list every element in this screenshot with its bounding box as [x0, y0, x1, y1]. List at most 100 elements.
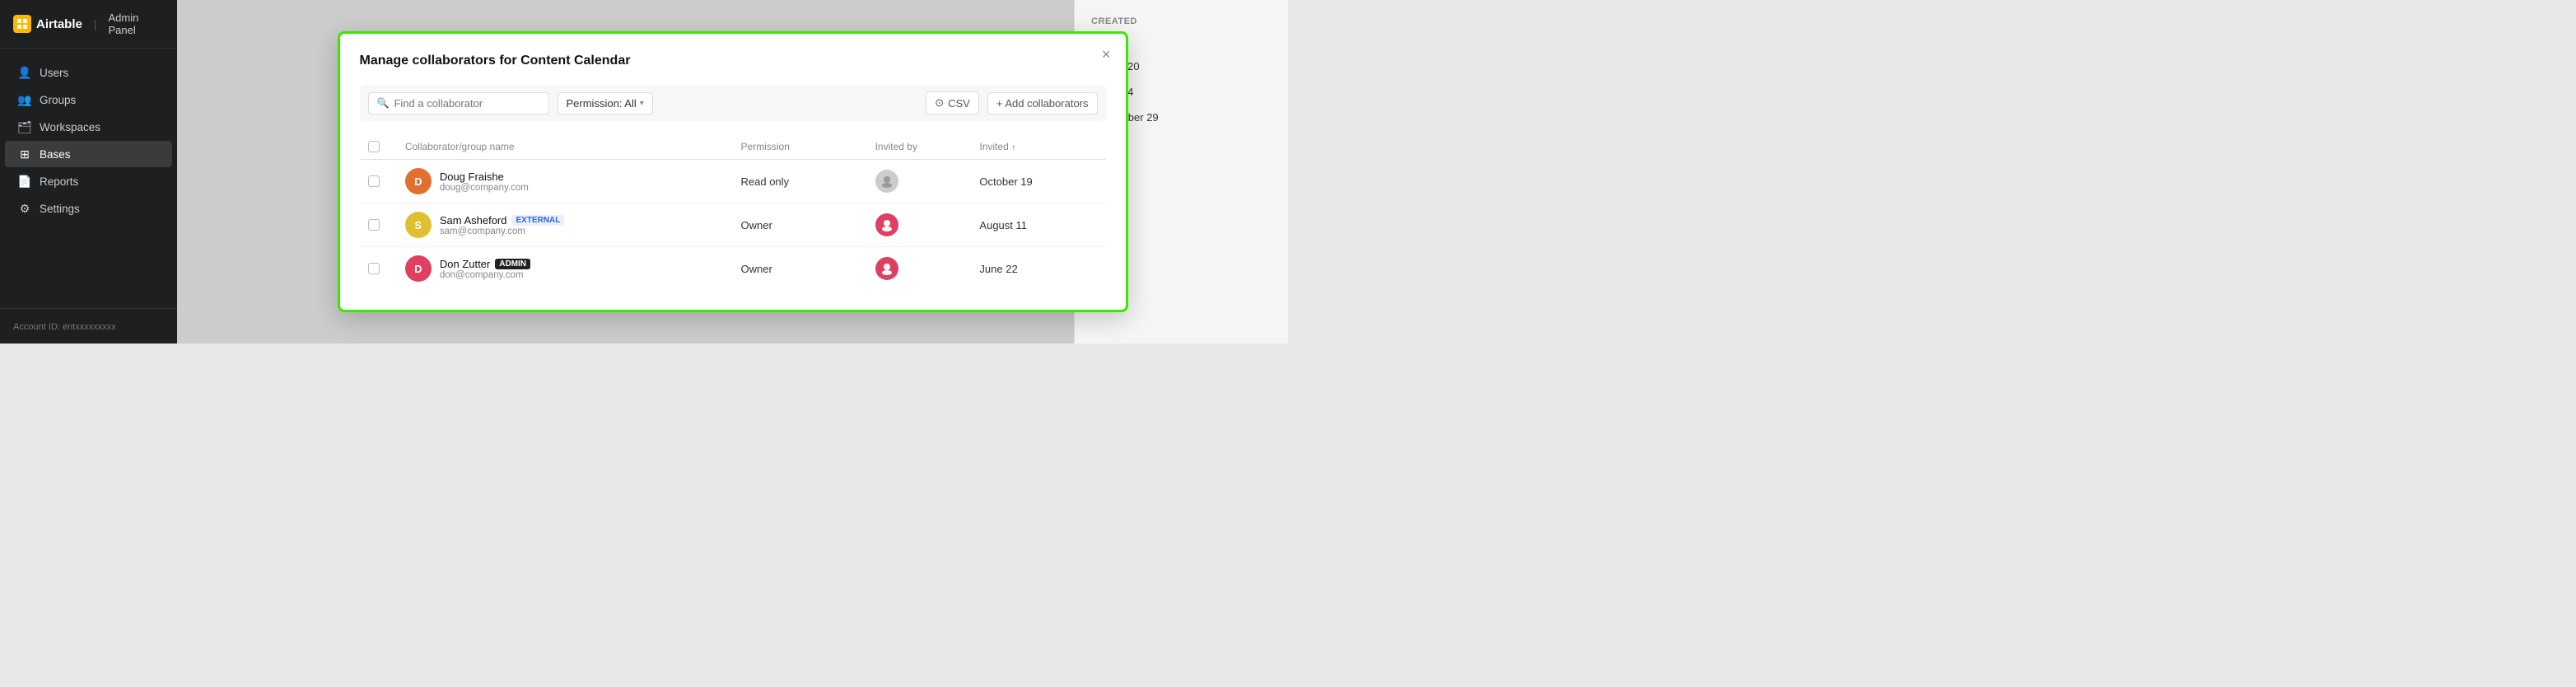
th-permission-label: Permission: [741, 141, 790, 152]
chevron-down-icon: ▾: [640, 99, 644, 108]
sidebar-item-groups-label: Groups: [40, 94, 76, 106]
sidebar-nav: 👤 Users 👥 Groups 🗂 Workspaces ⊞ Bases 📄 …: [0, 49, 177, 308]
row-sam-name: Sam Asheford EXTERNAL: [440, 214, 565, 227]
csv-toolbar-button[interactable]: ⊙ CSV: [926, 91, 979, 114]
row-don-name-group: Don Zutter ADMIN don@company.com: [440, 258, 530, 280]
row-sam-collab-info: S Sam Asheford EXTERNAL sam@company.com: [405, 212, 725, 238]
row-doug-email: doug@company.com: [440, 183, 529, 193]
row-sam-invited-date: August 11: [979, 219, 1027, 231]
row-sam-external-badge: EXTERNAL: [511, 215, 564, 226]
row-sam-invited-by-cell: [867, 203, 972, 247]
th-invited-by: Invited by: [867, 134, 972, 160]
row-doug-avatar: D: [405, 168, 432, 194]
csv-toolbar-label: CSV: [948, 97, 970, 110]
reports-icon: 📄: [18, 175, 31, 188]
logo-icon: [13, 15, 31, 33]
sidebar-item-users-label: Users: [40, 67, 68, 79]
table-row: D Don Zutter ADMIN don@company.com: [360, 247, 1106, 291]
row-sam-name-group: Sam Asheford EXTERNAL sam@company.com: [440, 214, 565, 236]
th-checkbox: [360, 134, 397, 160]
row-don-name-text: Don Zutter: [440, 258, 490, 270]
dialog-overlay: Manage collaborators for Content Calenda…: [177, 0, 1288, 344]
sidebar-item-bases[interactable]: ⊞ Bases: [5, 141, 172, 167]
row-don-avatar: D: [405, 255, 432, 282]
select-all-checkbox[interactable]: [368, 141, 380, 152]
row-sam-name-cell: S Sam Asheford EXTERNAL sam@company.com: [397, 203, 733, 247]
row-don-name-cell: D Don Zutter ADMIN don@company.com: [397, 247, 733, 291]
row-don-invited-by-avatar: [875, 257, 898, 280]
admin-panel-label: Admin Panel: [109, 12, 165, 36]
sidebar-header: Airtable | Admin Panel: [0, 0, 177, 49]
add-collaborators-button[interactable]: + Add collaborators: [987, 92, 1098, 114]
dialog-close-button[interactable]: ×: [1102, 47, 1111, 62]
row-don-name: Don Zutter ADMIN: [440, 258, 530, 270]
row-sam-avatar-initials: S: [414, 219, 422, 231]
th-invited-by-label: Invited by: [875, 141, 917, 152]
table-row: D Doug Fraishe doug@company.com: [360, 160, 1106, 203]
row-don-email: don@company.com: [440, 270, 530, 280]
main-content: ⊙ CSV Created July 14 August 20 August 4…: [177, 0, 1288, 344]
logo-text: Airtable: [36, 17, 82, 31]
row-sam-checkbox-cell: [360, 203, 397, 247]
row-doug-name-group: Doug Fraishe doug@company.com: [440, 171, 529, 193]
row-doug-invited-date: October 19: [979, 175, 1032, 188]
row-doug-invited-by-avatar: [875, 170, 898, 193]
row-sam-invited-date-cell: August 11: [971, 203, 1105, 247]
sidebar-item-workspaces-label: Workspaces: [40, 121, 100, 133]
th-permission: Permission: [733, 134, 867, 160]
row-don-invited-date: June 22: [979, 263, 1017, 275]
th-name-label: Collaborator/group name: [405, 141, 515, 152]
th-invited[interactable]: Invited ↑: [971, 134, 1105, 160]
row-doug-permission-cell: Read only: [733, 160, 867, 203]
sidebar-item-bases-label: Bases: [40, 148, 71, 161]
th-invited-label: Invited: [979, 141, 1008, 152]
permission-filter-dropdown[interactable]: Permission: All ▾: [558, 92, 653, 114]
row-sam-email: sam@company.com: [440, 227, 565, 236]
settings-icon: ⚙: [18, 202, 31, 215]
row-doug-name-text: Doug Fraishe: [440, 171, 504, 183]
row-doug-checkbox-cell: [360, 160, 397, 203]
row-don-invited-by-cell: [867, 247, 972, 291]
row-sam-checkbox[interactable]: [368, 219, 380, 231]
search-box[interactable]: 🔍: [368, 92, 549, 114]
manage-collaborators-dialog: Manage collaborators for Content Calenda…: [338, 31, 1128, 312]
divider: |: [94, 17, 97, 30]
permission-filter-label: Permission: All: [567, 97, 637, 110]
search-input[interactable]: [394, 97, 539, 110]
sidebar-item-workspaces[interactable]: 🗂 Workspaces: [5, 114, 172, 140]
dialog-title: Manage collaborators for Content Calenda…: [360, 54, 1106, 68]
row-don-permission-cell: Owner: [733, 247, 867, 291]
search-icon: 🔍: [377, 97, 390, 109]
sidebar: Airtable | Admin Panel 👤 Users 👥 Groups …: [0, 0, 177, 344]
th-name: Collaborator/group name: [397, 134, 733, 160]
sidebar-item-groups[interactable]: 👥 Groups: [5, 86, 172, 113]
sidebar-item-reports[interactable]: 📄 Reports: [5, 168, 172, 194]
row-sam-permission: Owner: [741, 219, 772, 231]
row-doug-invited-date-cell: October 19: [971, 160, 1105, 203]
collaborators-table: Collaborator/group name Permission Invit…: [360, 134, 1106, 290]
sidebar-item-users[interactable]: 👤 Users: [5, 59, 172, 86]
table-row: S Sam Asheford EXTERNAL sam@company.com: [360, 203, 1106, 247]
row-don-permission: Owner: [741, 263, 772, 275]
row-don-admin-badge: ADMIN: [495, 259, 530, 269]
row-doug-invited-by-cell: [867, 160, 972, 203]
row-doug-name: Doug Fraishe: [440, 171, 529, 183]
row-don-collab-info: D Don Zutter ADMIN don@company.com: [405, 255, 725, 282]
row-don-invited-date-cell: June 22: [971, 247, 1105, 291]
row-doug-collab-info: D Doug Fraishe doug@company.com: [405, 168, 725, 194]
row-sam-invited-by-avatar: [875, 213, 898, 236]
airtable-logo: Airtable: [13, 15, 82, 33]
dialog-toolbar: 🔍 Permission: All ▾ ⊙ CSV + Add collabor…: [360, 85, 1106, 121]
workspaces-icon: 🗂: [18, 120, 31, 133]
bases-icon: ⊞: [18, 147, 31, 161]
row-doug-avatar-initials: D: [414, 175, 422, 188]
groups-icon: 👥: [18, 93, 31, 106]
row-don-avatar-initials: D: [414, 263, 422, 275]
row-doug-checkbox[interactable]: [368, 175, 380, 187]
sidebar-item-settings[interactable]: ⚙ Settings: [5, 195, 172, 222]
row-don-checkbox[interactable]: [368, 263, 380, 274]
row-sam-name-text: Sam Asheford: [440, 214, 507, 227]
row-sam-permission-cell: Owner: [733, 203, 867, 247]
account-id: Account ID: entxxxxxxxxx: [13, 322, 116, 332]
csv-icon: ⊙: [935, 96, 944, 110]
